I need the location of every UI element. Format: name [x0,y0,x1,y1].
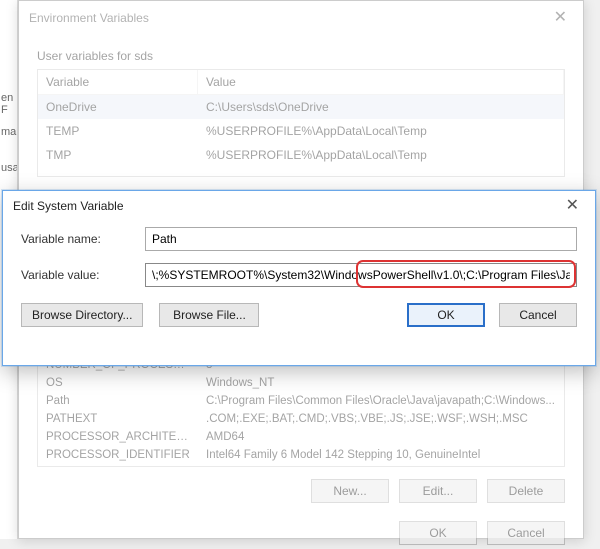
edit-system-variable-dialog: Edit System Variable ✕ Variable name: Va… [2,190,596,366]
system-vars-table[interactable]: NUMBER_OF_PROCESSORS 8 OS Windows_NT Pat… [37,355,565,467]
var-name-cell: PATHEXT [38,410,198,428]
variable-value-row: Variable value: [3,257,595,293]
variable-name-row: Variable name: [3,221,595,257]
user-vars-label: User variables for sds [19,35,583,69]
var-value-cell: %USERPROFILE%\AppData\Local\Temp [198,119,564,143]
sliver-label: en F [0,90,17,118]
var-name-cell: OS [38,374,198,392]
dialog-button-row: OK Cancel [19,507,583,549]
system-vars-button-row: New... Edit... Delete [19,467,583,507]
var-name-cell: TMP [38,143,198,167]
table-row[interactable]: OS Windows_NT [38,374,564,392]
variable-value-input[interactable] [145,263,577,287]
var-value-cell: C:\Users\sds\OneDrive [198,95,564,119]
table-row[interactable]: OneDrive C:\Users\sds\OneDrive [38,95,564,119]
var-name-cell: PROCESSOR_ARCHITECTURE [38,428,198,446]
sliver-label: usa [0,160,17,176]
cancel-button[interactable]: Cancel [487,521,565,545]
edit-title-bar: Edit System Variable ✕ [3,191,595,221]
var-value-cell: AMD64 [198,428,564,446]
var-name-cell: OneDrive [38,95,198,119]
edit-button[interactable]: Edit... [399,479,477,503]
var-name-cell: PROCESSOR_IDENTIFIER [38,446,198,464]
table-row[interactable]: TMP %USERPROFILE%\AppData\Local\Temp [38,143,564,167]
variable-name-input[interactable] [145,227,577,251]
delete-button[interactable]: Delete [487,479,565,503]
var-name-cell: Path [38,392,198,410]
table-row[interactable]: TEMP %USERPROFILE%\AppData\Local\Temp [38,119,564,143]
confirm-button-row: OK Cancel [3,293,595,327]
cancel-button[interactable]: Cancel [499,303,577,327]
close-icon[interactable]: ✕ [560,196,585,216]
ok-button[interactable]: OK [399,521,477,545]
close-icon[interactable]: ✕ [548,8,573,28]
var-value-cell: Intel64 Family 6 Model 142 Stepping 10, … [198,446,564,464]
env-title-bar: Environment Variables ✕ [19,1,583,35]
sliver-label: mak [0,124,17,140]
table-row[interactable]: Path C:\Program Files\Common Files\Oracl… [38,392,564,410]
table-header-row: Variable Value [38,70,564,95]
user-vars-table[interactable]: Variable Value OneDrive C:\Users\sds\One… [37,69,565,177]
table-row[interactable]: PATHEXT .COM;.EXE;.BAT;.CMD;.VBS;.VBE;.J… [38,410,564,428]
variable-value-label: Variable value: [21,268,133,282]
table-row[interactable]: PROCESSOR_ARCHITECTURE AMD64 [38,428,564,446]
table-row[interactable]: PROCESSOR_IDENTIFIER Intel64 Family 6 Mo… [38,446,564,464]
var-value-cell: Windows_NT [198,374,564,392]
var-name-cell: TEMP [38,119,198,143]
new-button[interactable]: New... [311,479,389,503]
ok-button[interactable]: OK [407,303,485,327]
var-value-cell: .COM;.EXE;.BAT;.CMD;.VBS;.VBE;.JS;.JSE;.… [198,410,564,428]
column-header-value[interactable]: Value [198,70,564,94]
var-value-cell: C:\Program Files\Common Files\Oracle\Jav… [198,392,564,410]
env-dialog-title: Environment Variables [29,11,149,25]
var-value-cell: %USERPROFILE%\AppData\Local\Temp [198,143,564,167]
edit-dialog-title: Edit System Variable [13,199,124,213]
variable-name-label: Variable name: [21,232,133,246]
column-header-variable[interactable]: Variable [38,70,198,94]
